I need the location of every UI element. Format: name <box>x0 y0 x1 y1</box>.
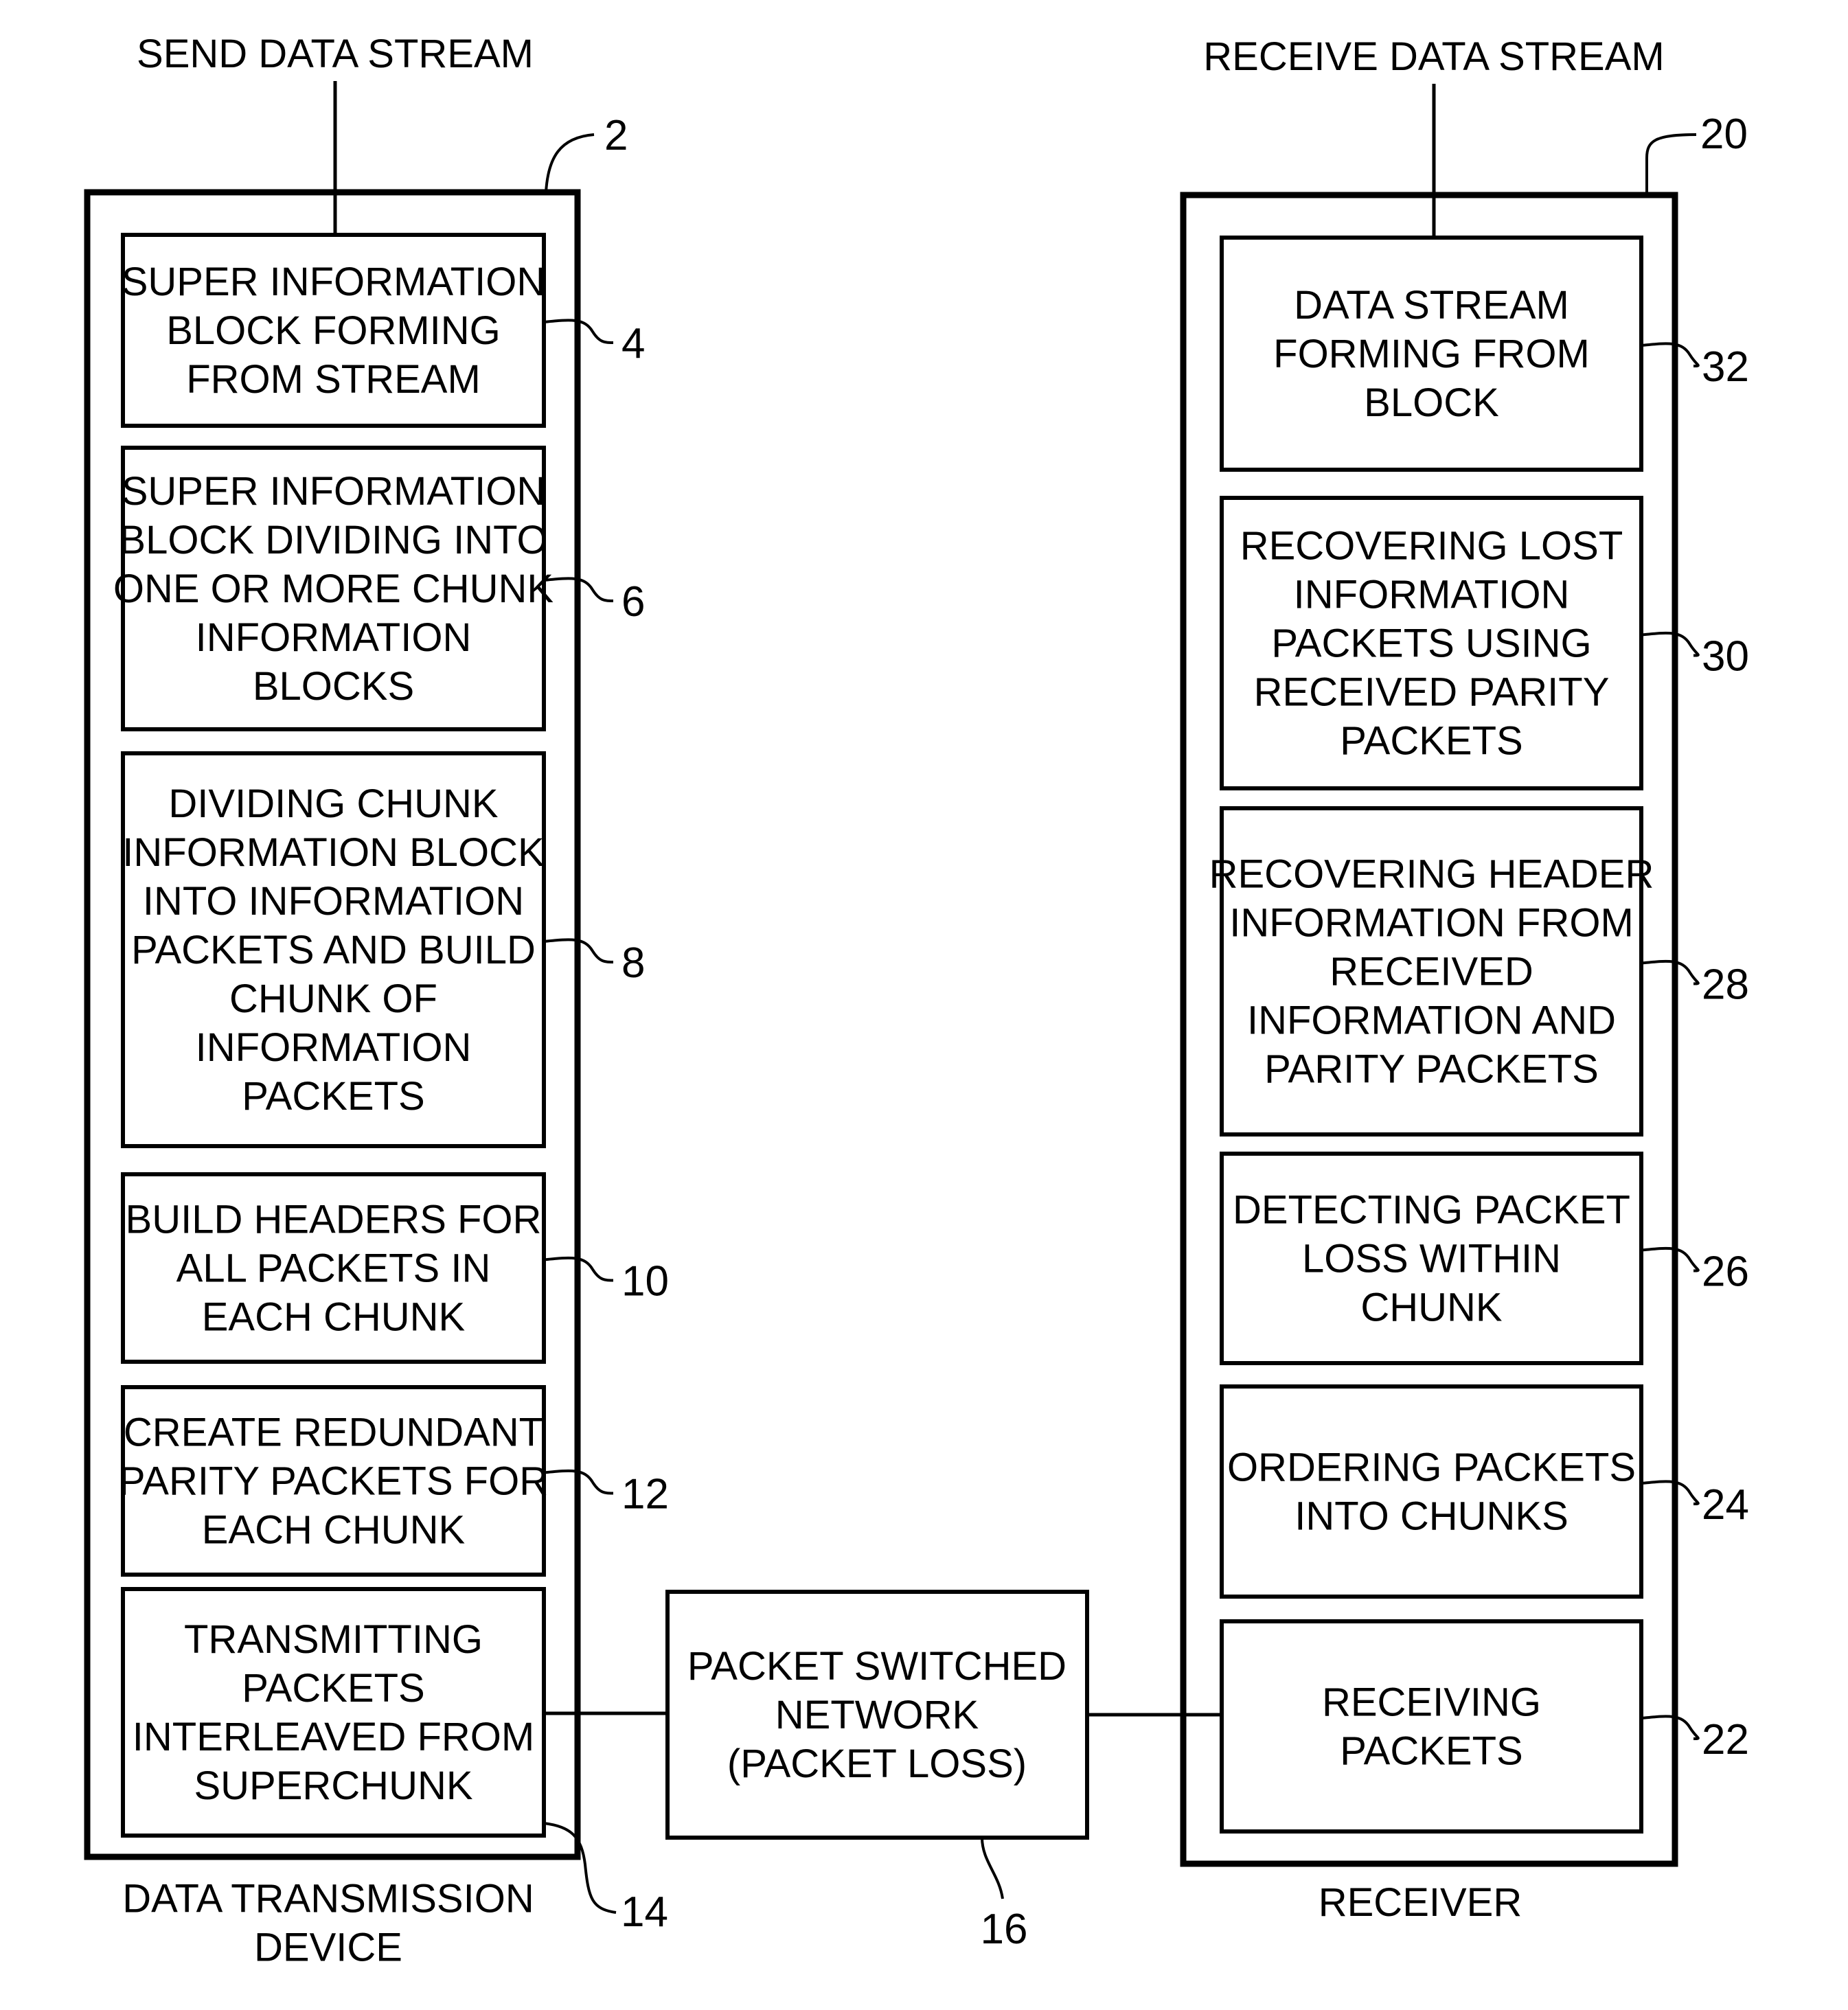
receiver-step-text-line: RECEIVED <box>1330 950 1533 994</box>
network-text-line: (PACKET LOSS) <box>727 1741 1027 1786</box>
sender-step-text-line: INFORMATION <box>196 1025 472 1070</box>
sender-step-text-line: SUPERCHUNK <box>194 1763 472 1808</box>
sender-step-6: SUPER INFORMATIONBLOCK DIVIDING INTO ONE … <box>113 446 645 731</box>
receiver-steps: DATA STREAMFORMING FROMBLOCK 32 RECOVERING… <box>1209 236 1749 1834</box>
receiver-caption: RECEIVER <box>1319 1880 1522 1925</box>
sender-step-text-line: BLOCK FORMING <box>166 308 501 353</box>
sender-step-text-line: SUPER INFORMATION <box>122 260 546 304</box>
ref-label-14: 14 <box>621 1888 668 1936</box>
ref-label-32: 32 <box>1702 343 1749 391</box>
receiver-step-text-line: INFORMATION <box>1294 573 1570 617</box>
ref-leader-22 <box>1641 1715 1700 1740</box>
ref-label-4: 4 <box>621 320 645 367</box>
receiver-step-text-line: PARITY PACKETS <box>1264 1047 1599 1092</box>
ref-label-2: 2 <box>604 112 628 159</box>
sender-step-4: SUPER INFORMATIONBLOCK FORMINGFROM STREA… <box>121 233 645 428</box>
sender-step-text-line: INFORMATION BLOCK <box>122 830 545 875</box>
receiver-step-text-line: FORMING FROM <box>1273 332 1590 376</box>
ref-label-10: 10 <box>621 1258 669 1305</box>
ref-leader-30 <box>1641 631 1700 657</box>
receiver-step-text-line: LOSS WITHIN <box>1302 1237 1561 1281</box>
receive-data-stream-label: RECEIVE DATA STREAM <box>1203 34 1664 79</box>
ref-leader-28 <box>1641 959 1700 985</box>
sender-step-text-line: FROM STREAM <box>186 357 481 402</box>
sender-step-text-line: TRANSMITTING <box>184 1617 483 1662</box>
receiver-step-text-line: RECOVERING HEADER <box>1209 852 1654 897</box>
sender-step-text-line: ALL PACKETS IN <box>176 1246 491 1291</box>
ref-label-8: 8 <box>621 939 645 987</box>
sender-step-text-line: EACH CHUNK <box>202 1508 466 1553</box>
data-transmission-device-caption: DATA TRANSMISSION DEVICE <box>122 1877 534 1970</box>
receiver-step-box <box>1220 1619 1643 1834</box>
ref-leader-32 <box>1641 342 1700 367</box>
ref-label-12: 12 <box>621 1471 669 1518</box>
sender-step-text-line: SUPER INFORMATION <box>122 469 546 514</box>
network-text-line: NETWORK <box>775 1693 979 1737</box>
receiver-step-text-line: PACKETS <box>1340 1729 1522 1774</box>
ref-leader-26 <box>1641 1246 1700 1272</box>
sender-step-text-line: BUILD HEADERS FOR <box>126 1198 542 1242</box>
ref-label-20: 20 <box>1700 111 1748 158</box>
sender-step-text-line: PACKETS AND BUILD <box>131 928 536 972</box>
ref-leader-20 <box>1645 133 1697 195</box>
sender-step-text-line: ONE OR MORE CHUNK <box>113 567 554 611</box>
ref-label-28: 28 <box>1702 961 1749 1009</box>
receiver-step-text-line: BLOCK <box>1364 380 1499 425</box>
ref-leader-16 <box>981 1837 1004 1899</box>
ref-leader-24 <box>1641 1480 1700 1505</box>
receiver-step-30: RECOVERING LOSTINFORMATIONPACKETS USINGR… <box>1220 496 1749 790</box>
ref-label-6: 6 <box>621 578 645 626</box>
receiver-step-text-line: INTO CHUNKS <box>1294 1494 1568 1539</box>
receiver-step-text-line: DATA STREAM <box>1294 283 1569 328</box>
sender-step-text-line: EACH CHUNK <box>202 1295 466 1340</box>
sender-step-8: DIVIDING CHUNKINFORMATION BLOCKINTO INFO… <box>121 751 645 1148</box>
sender-step-text-line: INFORMATION <box>196 615 472 660</box>
sender-step-text-line: INTO INFORMATION <box>143 879 524 924</box>
receiver-step-24: ORDERING PACKETSINTO CHUNKS 24 <box>1220 1384 1749 1599</box>
receiver-step-text-line: PACKETS <box>1340 719 1522 764</box>
ref-leader-2 <box>545 133 595 193</box>
receiver-step-text-line: DETECTING PACKET <box>1233 1188 1630 1233</box>
sender-step-10: BUILD HEADERS FORALL PACKETS INEACH CHUN… <box>121 1172 669 1364</box>
receiver-step-text-line: INFORMATION AND <box>1247 998 1616 1043</box>
receiver-step-32: DATA STREAMFORMING FROMBLOCK 32 <box>1220 236 1749 472</box>
network-text-line: PACKET SWITCHED <box>687 1644 1066 1689</box>
sender-step-text-line: INTERLEAVED FROM <box>133 1715 534 1759</box>
ref-label-30: 30 <box>1702 633 1749 681</box>
sender-step-text-line: PACKETS <box>242 1074 424 1119</box>
receiver-step-box <box>1220 1384 1643 1599</box>
ref-label-26: 26 <box>1702 1248 1749 1296</box>
ref-label-24: 24 <box>1702 1481 1749 1529</box>
receiver-step-text-line: PACKETS USING <box>1271 621 1591 666</box>
sender-step-text-line: PARITY PACKETS FOR <box>119 1459 548 1504</box>
receiver-step-text-line: CHUNK <box>1360 1286 1503 1330</box>
sender-step-12: CREATE REDUNDANTPARITY PACKETS FOREACH C… <box>119 1385 669 1577</box>
receiver-caption-line: RECEIVER <box>1319 1880 1522 1925</box>
receiver-step-text-line: INFORMATION FROM <box>1229 901 1634 946</box>
receiver-step-text-line: RECEIVED PARITY <box>1254 670 1610 715</box>
sender-caption-line: DEVICE <box>254 1926 402 1970</box>
sender-step-text-line: BLOCKS <box>253 664 414 709</box>
receiver-step-26: DETECTING PACKETLOSS WITHIN CHUNK 26 <box>1220 1152 1749 1365</box>
receiver-step-text-line: ORDERING PACKETS <box>1227 1446 1636 1490</box>
sender-step-text-line: CREATE REDUNDANT <box>124 1411 543 1455</box>
sender-caption-line: DATA TRANSMISSION <box>122 1877 534 1921</box>
receiver-step-22: RECEIVINGPACKETS 22 <box>1220 1619 1749 1834</box>
receiver-step-text-line: RECEIVING <box>1322 1680 1541 1725</box>
sender-step-text-line: PACKETS <box>242 1666 424 1711</box>
receiver-step-text-line: RECOVERING LOST <box>1240 524 1623 569</box>
sender-step-text-line: DIVIDING CHUNK <box>168 781 498 826</box>
sender-step-text-line: CHUNK OF <box>229 977 437 1021</box>
ref-label-22: 22 <box>1702 1716 1749 1763</box>
sender-step-text-line: BLOCK DIVIDING INTO <box>119 518 547 562</box>
ref-label-16: 16 <box>981 1906 1028 1953</box>
send-data-stream-label: SEND DATA STREAM <box>137 32 534 76</box>
sender-steps: SUPER INFORMATIONBLOCK FORMINGFROM STREA… <box>113 233 669 1936</box>
receiver-step-28: RECOVERING HEADERINFORMATION FROMRECEIVE… <box>1209 806 1749 1137</box>
flow-diagram: SEND DATA STREAM RECEIVE DATA STREAM 2 2… <box>84 32 1749 1970</box>
